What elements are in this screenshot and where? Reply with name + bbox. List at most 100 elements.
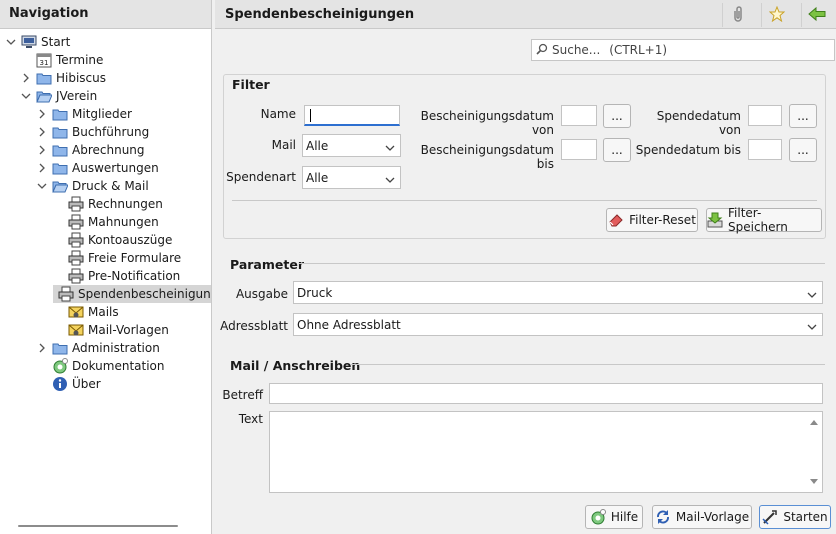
name-label: Name	[260, 107, 296, 121]
name-input[interactable]	[304, 105, 400, 126]
tree-item-label: Rechnungen	[88, 197, 163, 211]
main-header: Spendenbescheinigungen	[215, 0, 836, 29]
bescheinigungsdatum-bis-input[interactable]	[561, 139, 597, 160]
ausgabe-select[interactable]: Druck	[293, 281, 823, 304]
printer-icon	[68, 232, 84, 248]
spendenart-select-value: Alle	[306, 170, 329, 185]
tree-item-label: Mitglieder	[72, 107, 132, 121]
bescheinigungsdatum-bis-label: Bescheinigungsdatum bis	[420, 143, 554, 171]
spendedatum-von-picker-button[interactable]: ...	[789, 104, 817, 128]
tree-item-mitglieder[interactable]: Mitglieder	[37, 105, 132, 123]
filter-save-button[interactable]: Filter-Speichern	[706, 206, 822, 234]
starten-button[interactable]: Starten	[759, 505, 831, 529]
hilfe-button[interactable]: Hilfe	[585, 505, 643, 529]
attachment-button[interactable]	[722, 3, 752, 27]
chevron-down-icon	[807, 320, 817, 334]
svg-text:31: 31	[40, 59, 49, 67]
tree-item-jverein[interactable]: JVerein	[21, 87, 97, 105]
filter-reset-button[interactable]: Filter-Reset	[606, 208, 698, 232]
bookmark-button[interactable]	[761, 3, 791, 27]
tree-item-administration[interactable]: Administration	[37, 339, 160, 357]
folder-icon	[52, 124, 68, 140]
chevron-down-icon[interactable]	[37, 181, 47, 191]
tree-item-abrechnung[interactable]: Abrechnung	[37, 141, 145, 159]
paperclip-icon	[731, 5, 745, 25]
filter-group: Filter Name Mail Alle Spendenart Alle Be…	[223, 74, 826, 239]
chevron-down-icon[interactable]	[6, 37, 16, 47]
tree-item-start[interactable]: Start	[6, 33, 70, 51]
tree-item-druck-mail[interactable]: Druck & Mail	[37, 177, 149, 195]
filter-save-label: Filter-Speichern	[728, 206, 788, 234]
chevron-right-icon[interactable]	[37, 343, 47, 353]
betreff-input[interactable]	[269, 383, 823, 404]
spendedatum-bis-input[interactable]	[748, 139, 782, 160]
help-lifebuoy-icon	[52, 358, 68, 374]
tree-item-label: Auswertungen	[72, 161, 159, 175]
printer-icon	[58, 286, 74, 302]
back-button[interactable]	[801, 3, 831, 27]
chevron-right-icon[interactable]	[21, 73, 31, 83]
adressblatt-select[interactable]: Ohne Adressblatt	[293, 313, 823, 336]
horizontal-scrollbar[interactable]	[18, 525, 178, 527]
spendedatum-bis-picker-button[interactable]: ...	[789, 138, 817, 162]
text-label: Text	[238, 412, 263, 426]
date-picker-label: ...	[611, 109, 623, 123]
tree-item-kontoauszuege[interactable]: Kontoauszüge	[53, 231, 172, 249]
tree-item-label: Spendenbescheinigungen	[78, 287, 211, 301]
tree-item-ueber[interactable]: Über	[37, 375, 101, 393]
tree-item-label: Dokumentation	[72, 359, 165, 373]
tree-item-mails[interactable]: Mails	[53, 303, 119, 321]
tree-item-freie-formulare[interactable]: Freie Formulare	[53, 249, 181, 267]
tree-item-label: Start	[41, 35, 71, 49]
spendedatum-bis-label: Spendedatum bis	[635, 143, 741, 157]
ausgabe-label: Ausgabe	[235, 287, 288, 301]
chevron-right-icon[interactable]	[37, 163, 47, 173]
spendenart-select[interactable]: Alle	[302, 166, 401, 189]
bescheinigungsdatum-von-picker-button[interactable]: ...	[603, 104, 631, 128]
star-icon	[768, 5, 785, 25]
download-save-icon	[707, 212, 723, 228]
chevron-right-icon[interactable]	[37, 145, 47, 155]
spendedatum-von-input[interactable]	[748, 105, 782, 126]
main-panel: Spendenbescheinigungen Suche... (CTRL+1)…	[215, 0, 836, 534]
tree-item-termine[interactable]: 31 Termine	[21, 51, 103, 69]
tree-item-label: Mahnungen	[88, 215, 159, 229]
tree-item-auswertungen[interactable]: Auswertungen	[37, 159, 159, 177]
spendenart-label: Spendenart	[226, 170, 296, 184]
mail-select[interactable]: Alle	[302, 134, 401, 157]
printer-icon	[68, 214, 84, 230]
tree-item-buchfuehrung[interactable]: Buchführung	[37, 123, 149, 141]
tree-item-spendenbescheinigungen[interactable]: Spendenbescheinigungen	[53, 285, 211, 303]
vertical-scrollbar[interactable]	[806, 412, 822, 492]
chevron-down-icon	[807, 288, 817, 302]
mail-label: Mail	[271, 138, 296, 152]
tree-item-label: Pre-Notification	[88, 269, 181, 283]
printer-icon	[68, 196, 84, 212]
bescheinigungsdatum-von-label: Bescheinigungsdatum von	[420, 109, 554, 137]
search-input[interactable]: Suche... (CTRL+1)	[531, 39, 835, 61]
date-picker-label: ...	[611, 143, 623, 157]
tree-item-dokumentation[interactable]: Dokumentation	[37, 357, 165, 375]
text-textarea[interactable]	[269, 411, 823, 493]
tree-item-label: Druck & Mail	[72, 179, 149, 193]
tree-item-label: Mails	[88, 305, 119, 319]
refresh-icon	[655, 509, 671, 525]
navigation-tree: Start 31 Termine Hibiscus JVerein Mitgli…	[0, 32, 211, 512]
bescheinigungsdatum-von-input[interactable]	[561, 105, 597, 126]
printer-icon	[68, 268, 84, 284]
tree-item-hibiscus[interactable]: Hibiscus	[21, 69, 106, 87]
bescheinigungsdatum-bis-picker-button[interactable]: ...	[603, 138, 631, 162]
mail-select-value: Alle	[306, 138, 329, 153]
chevron-down-icon[interactable]	[21, 91, 31, 101]
chevron-right-icon[interactable]	[37, 127, 47, 137]
tree-item-pre-notification[interactable]: Pre-Notification	[53, 267, 180, 285]
tree-item-mail-vorlagen[interactable]: Mail-Vorlagen	[53, 321, 169, 339]
tree-item-rechnungen[interactable]: Rechnungen	[53, 195, 163, 213]
chevron-right-icon[interactable]	[37, 109, 47, 119]
mail-icon	[68, 304, 84, 320]
computer-icon	[21, 34, 37, 50]
date-picker-label: ...	[797, 143, 809, 157]
mail-vorlage-button[interactable]: Mail-Vorlage	[652, 505, 752, 529]
tree-item-label: Abrechnung	[72, 143, 145, 157]
tree-item-mahnungen[interactable]: Mahnungen	[53, 213, 159, 231]
